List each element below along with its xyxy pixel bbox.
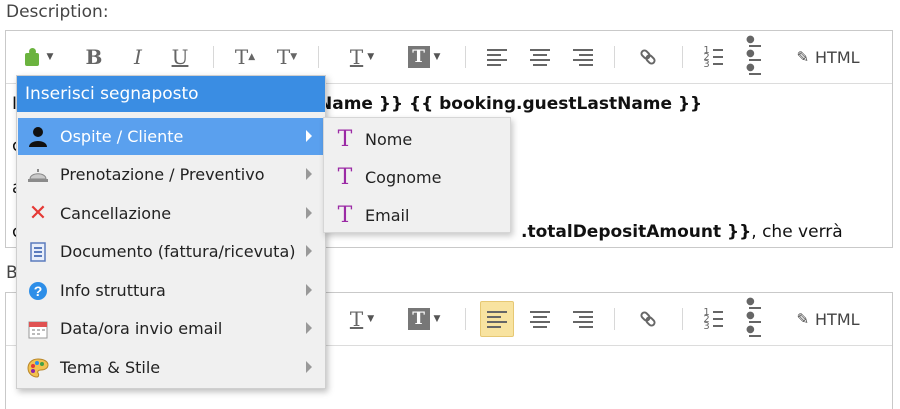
submenu-item-cognome[interactable]: T Cognome [324,158,510,196]
palette-icon [26,356,50,380]
menu-item-documento[interactable]: Documento (fattura/ricevuta) [18,233,324,270]
menu-item-info-struttura[interactable]: ? Info struttura [18,272,324,309]
bullet-list-icon[interactable]: ● ● ● [746,293,768,345]
align-center-icon[interactable] [529,293,551,345]
chevron-right-icon [306,168,312,180]
ordered-list-icon[interactable]: 123 [702,31,724,83]
font-color-button[interactable]: T ▼ [342,293,382,345]
bullet-list-icon[interactable]: ● ● ● [746,31,768,83]
pencil-icon: ✎ [796,310,810,328]
puzzle-icon [23,47,43,67]
chevron-right-icon [306,361,312,373]
menu-item-prenotazione[interactable]: Prenotazione / Preventivo [18,156,324,193]
content-line-4-end: , che verrà [751,222,843,242]
ordered-list-icon[interactable]: 123 [702,293,724,345]
chevron-right-icon [306,322,312,334]
submenu-item-email[interactable]: T Email [324,196,510,234]
text-t-icon: T [337,126,353,152]
ospite-submenu: T Nome T Cognome T Email [323,117,511,233]
text-t-icon: T [337,164,353,190]
pencil-icon: ✎ [796,48,810,66]
html-label: HTML [815,309,860,329]
menu-item-label: Ospite / Cliente [60,127,184,146]
menu-item-label: Data/ora invio email [60,319,223,338]
info-icon: ? [26,279,50,303]
menu-item-label: Documento (fattura/ricevuta) [60,242,296,261]
menu-item-ospite[interactable]: Ospite / Cliente [18,118,324,155]
submenu-item-nome[interactable]: T Nome [324,120,510,158]
menu-item-label: Prenotazione / Preventivo [60,165,265,184]
chevron-right-icon [306,207,312,219]
menu-item-data-ora[interactable]: Data/ora invio email [18,310,324,347]
align-left-icon[interactable] [486,31,508,83]
calendar-icon [26,317,50,341]
document-icon [26,240,50,264]
font-color-button[interactable]: T ▼ [342,31,382,83]
svg-text:?: ? [34,283,43,299]
chevron-right-icon [306,245,312,257]
link-icon[interactable] [636,293,660,345]
cross-icon: ✕ [28,201,48,226]
description-label: Description: [6,2,109,22]
person-icon [26,125,50,149]
menu-item-tema[interactable]: Tema & Stile [18,349,324,386]
submenu-item-label: Email [365,205,410,225]
submenu-item-label: Nome [365,129,413,149]
menu-header: Inserisci segnaposto [17,76,325,112]
menu-item-label: Cancellazione [60,204,172,223]
html-source-button[interactable]: ✎ HTML [788,31,868,83]
html-label: HTML [815,47,860,67]
chevron-right-icon [306,130,312,142]
background-color-button[interactable]: T ▼ [402,293,446,345]
caret-down-icon: ▼ [46,52,54,62]
chevron-right-icon [306,284,312,296]
align-left-icon[interactable] [480,301,514,337]
content-line-1-var: Name }} {{ booking.guestLastName }} [318,94,703,114]
link-icon[interactable] [636,31,660,83]
menu-item-label: Tema & Stile [60,358,161,377]
text-t-icon: T [337,202,353,228]
align-right-icon[interactable] [572,31,594,83]
align-right-icon[interactable] [572,293,594,345]
align-center-icon[interactable] [529,31,551,83]
submenu-item-label: Cognome [365,167,442,187]
bell-icon [26,163,50,187]
menu-item-label: Info struttura [60,281,166,300]
content-line-4-var: .totalDepositAmount }} [521,222,752,242]
background-color-button[interactable]: T ▼ [402,31,446,83]
html-source-button[interactable]: ✎ HTML [788,293,868,345]
placeholder-menu: Inserisci segnaposto Ospite / Cliente Pr… [16,75,326,389]
menu-item-cancellazione[interactable]: ✕ Cancellazione [18,195,324,232]
